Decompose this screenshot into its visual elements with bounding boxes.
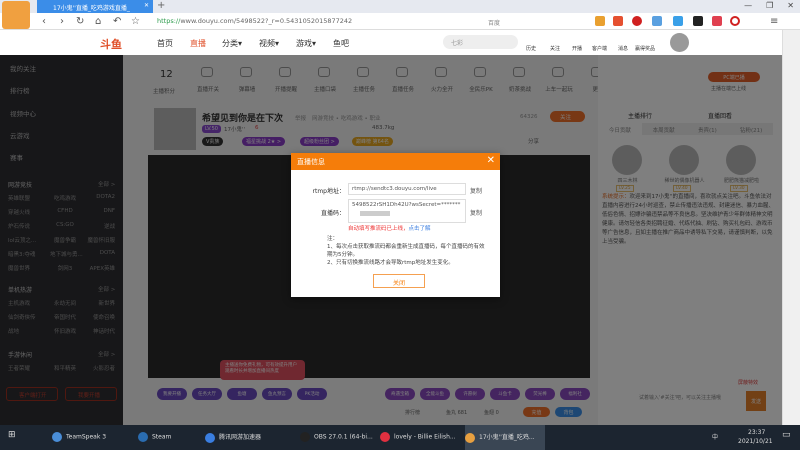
undo-icon[interactable]: ↶ bbox=[113, 16, 121, 27]
nav-category[interactable]: 分类▾ bbox=[222, 38, 242, 49]
address-bar: ‹ › ↻ ⌂ ↶ ☆ https://www.douyu.com/549852… bbox=[0, 13, 800, 30]
maximize-button[interactable]: ❐ bbox=[766, 1, 773, 10]
app-label: Steam bbox=[152, 433, 172, 441]
copy-rtmp-button[interactable]: 复制 bbox=[470, 186, 482, 195]
menu-icon[interactable]: ≡ bbox=[770, 16, 778, 27]
chat-extension-icon[interactable] bbox=[652, 16, 662, 26]
app-icon bbox=[52, 432, 62, 442]
nav-live[interactable]: 直播 bbox=[190, 38, 206, 49]
app-label: TeamSpeak 3 bbox=[66, 433, 107, 441]
window-controls: — ❐ ✕ bbox=[744, 1, 794, 10]
note-2: 2、只有切换推流线路才会导致rtmp地址发生变化。 bbox=[327, 260, 454, 266]
textarea-scrollbar[interactable] bbox=[360, 211, 390, 216]
ime-indicator[interactable]: 中 bbox=[712, 432, 718, 441]
clock-time[interactable]: 23:37 bbox=[748, 429, 765, 436]
extension-icon[interactable] bbox=[632, 16, 642, 26]
start-live-button[interactable]: 开播 bbox=[572, 45, 582, 52]
app-label: lovely - Billie Eilish... bbox=[394, 433, 456, 441]
learn-more-link[interactable]: 点击了解 bbox=[409, 226, 431, 232]
extension-icon[interactable] bbox=[673, 16, 683, 26]
browser-profile-avatar[interactable] bbox=[2, 1, 30, 29]
browser-tab-bar: 17小鬼''直播_吃鸡游戏直播_ ✕ + — ❐ ✕ bbox=[0, 0, 800, 13]
taskbar-app[interactable]: TeamSpeak 3 bbox=[52, 432, 132, 442]
minimize-button[interactable]: — bbox=[744, 1, 752, 10]
auto-fill-warning: 自动填写推流码已上线，点击了解 bbox=[348, 224, 431, 232]
stream-code-label: 直播码： bbox=[320, 210, 345, 217]
site-header: 斗鱼 首页 直播 分类▾ 视频▾ 游戏▾ 鱼吧 七彩 历史 关注 开播 客户端 … bbox=[0, 30, 782, 55]
game-extension-icon[interactable] bbox=[613, 16, 623, 26]
windows-taskbar: ⊞ 中 23:37 2021/10/21 ▭ TeamSpeak 3 Steam 腾… bbox=[0, 425, 800, 450]
dialog-notes: 注： 1、每次点击获取推流码都会重新生成直播码，每个直播码的有效期为5分钟。 2… bbox=[327, 235, 487, 267]
nav-games[interactable]: 游戏▾ bbox=[296, 38, 316, 49]
new-tab-button[interactable]: + bbox=[157, 0, 165, 11]
app-icon bbox=[380, 432, 390, 442]
rtmp-field[interactable]: rtmp://sendtc3.douyu.com/live bbox=[348, 183, 466, 195]
app-icon bbox=[465, 432, 475, 443]
reload-icon[interactable]: ↻ bbox=[76, 16, 84, 27]
apps-extension-icon[interactable] bbox=[595, 16, 605, 26]
dialog-header: 直播信息 ✕ bbox=[291, 153, 500, 170]
app-label: 17小鬼''直播_吃鸡... bbox=[479, 434, 535, 441]
client-button[interactable]: 客户端 bbox=[592, 45, 607, 52]
taskbar-app[interactable]: 腾讯网游加速器 bbox=[205, 432, 285, 443]
app-icon bbox=[138, 432, 148, 442]
nav-home[interactable]: 首页 bbox=[157, 38, 173, 49]
history-button[interactable]: 历史 bbox=[526, 45, 536, 52]
home-icon[interactable]: ⌂ bbox=[95, 16, 101, 27]
forward-icon[interactable]: › bbox=[60, 16, 64, 27]
notification-icon[interactable]: ▭ bbox=[782, 430, 791, 440]
app-label: 腾讯网游加速器 bbox=[219, 434, 262, 441]
warning-text: 自动填写推流码已上线， bbox=[348, 226, 409, 232]
browser-tab[interactable]: 17小鬼''直播_吃鸡游戏直播_ ✕ bbox=[37, 0, 153, 13]
star-icon[interactable]: ☆ bbox=[131, 16, 140, 27]
stream-code-field[interactable]: 5498522rSH1Dh42U?wsSecret=******* bbox=[348, 199, 466, 223]
browser-search-input[interactable]: 百度 bbox=[478, 15, 590, 28]
rtmp-label: rtmp地址： bbox=[312, 188, 345, 195]
extension-icon[interactable] bbox=[712, 16, 722, 26]
clock-date[interactable]: 2021/10/21 bbox=[738, 438, 773, 445]
close-window-button[interactable]: ✕ bbox=[787, 1, 794, 10]
live-info-dialog: 直播信息 ✕ rtmp地址： rtmp://sendtc3.douyu.com/l… bbox=[291, 153, 500, 297]
user-avatar[interactable] bbox=[670, 33, 689, 52]
windows-start-icon[interactable]: ⊞ bbox=[8, 430, 16, 440]
app-icon bbox=[205, 432, 215, 443]
back-icon[interactable]: ‹ bbox=[42, 16, 46, 27]
dialog-title: 直播信息 bbox=[297, 158, 325, 166]
taskbar-app[interactable]: 17小鬼''直播_吃鸡... bbox=[465, 425, 545, 450]
note-1: 1、每次点击获取推流码都会重新生成直播码，每个直播码的有效期为5分钟。 bbox=[327, 244, 485, 258]
extension-icon[interactable] bbox=[693, 16, 703, 26]
page-scrollbar[interactable] bbox=[782, 30, 800, 425]
app-label: OBS 27.0.1 (64-bi... bbox=[314, 433, 373, 441]
copy-code-button[interactable]: 复制 bbox=[470, 208, 482, 217]
stream-code-value: 5498522rSH1Dh42U?wsSecret=******* bbox=[352, 202, 461, 208]
notes-title: 注： bbox=[327, 236, 339, 242]
opera-extension-icon[interactable] bbox=[730, 16, 740, 26]
taskbar-app[interactable]: lovely - Billie Eilish... bbox=[380, 432, 460, 442]
taskbar-app[interactable]: OBS 27.0.1 (64-bi... bbox=[300, 432, 380, 442]
nav-yuba[interactable]: 鱼吧 bbox=[333, 38, 349, 49]
app-icon bbox=[300, 432, 310, 442]
close-button[interactable]: 关闭 bbox=[373, 274, 425, 288]
messages-button[interactable]: 消息 bbox=[618, 45, 628, 52]
rewards-button[interactable]: 赢得奖品 bbox=[635, 45, 655, 52]
nav-video[interactable]: 视频▾ bbox=[259, 38, 279, 49]
tab-title: 17小鬼''直播_吃鸡游戏直播_ bbox=[53, 5, 130, 12]
close-tab-icon[interactable]: ✕ bbox=[144, 2, 149, 9]
close-icon[interactable]: ✕ bbox=[487, 155, 495, 166]
follow-button[interactable]: 关注 bbox=[550, 45, 560, 52]
site-search-input[interactable]: 七彩 bbox=[443, 35, 518, 49]
douyu-logo[interactable]: 斗鱼 bbox=[100, 36, 122, 52]
url-input[interactable]: https://www.douyu.com/5498522?_r=0.54310… bbox=[157, 17, 352, 25]
